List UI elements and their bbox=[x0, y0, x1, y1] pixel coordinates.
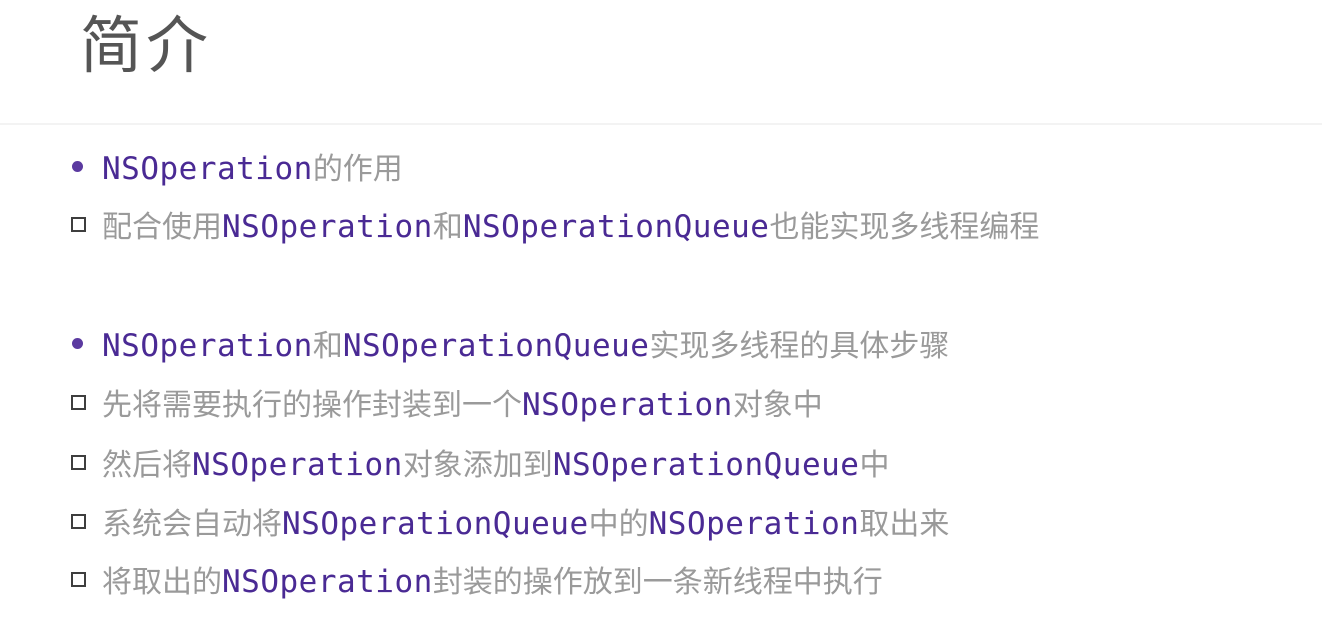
text-segment: 和 bbox=[432, 210, 463, 245]
bullet-marker bbox=[68, 160, 102, 172]
bullet-line-6: 系统会自动将NSOperationQueue中的NSOperation取出来 bbox=[68, 499, 949, 543]
code-term: NSOperation bbox=[102, 328, 313, 364]
text-segment: 中 bbox=[859, 448, 890, 483]
text-segment: 然后将 bbox=[102, 448, 192, 483]
slide: 简介 NSOperation的作用 配合使用NSOperation和NSOper… bbox=[0, 0, 1322, 640]
title-divider bbox=[0, 123, 1322, 125]
square-bullet-icon bbox=[71, 513, 86, 529]
line-content: 配合使用NSOperation和NSOperationQueue也能实现多线程编… bbox=[102, 202, 1039, 246]
bullet-line-5: 然后将NSOperation对象添加到NSOperationQueue中 bbox=[68, 440, 889, 484]
bullet-marker bbox=[68, 454, 102, 470]
text-segment: 对象添加到 bbox=[402, 448, 553, 483]
bullet-marker bbox=[68, 394, 102, 410]
line-content: 然后将NSOperation对象添加到NSOperationQueue中 bbox=[102, 440, 889, 484]
text-segment: 将取出的 bbox=[102, 565, 222, 600]
dot-bullet-icon bbox=[72, 160, 83, 172]
text-segment: 配合使用 bbox=[102, 210, 222, 245]
title-area: 简介 bbox=[0, 0, 1322, 125]
dot-bullet-icon bbox=[72, 337, 83, 349]
bullet-line-3: NSOperation和NSOperationQueue实现多线程的具体步骤 bbox=[68, 321, 949, 365]
text-segment: 中的 bbox=[588, 507, 649, 542]
code-term: NSOperation bbox=[102, 151, 313, 187]
square-bullet-icon bbox=[71, 571, 86, 587]
code-term: NSOperation bbox=[222, 209, 433, 245]
bullet-line-2: 配合使用NSOperation和NSOperationQueue也能实现多线程编… bbox=[68, 202, 1039, 246]
code-term: NSOperationQueue bbox=[282, 506, 589, 542]
bullet-line-4: 先将需要执行的操作封装到一个NSOperation对象中 bbox=[68, 380, 823, 424]
text-segment: 对象中 bbox=[732, 388, 823, 423]
text-segment: 先将需要执行的操作封装到一个 bbox=[102, 388, 522, 423]
code-term: NSOperationQueue bbox=[462, 209, 770, 245]
bullet-marker bbox=[68, 513, 102, 529]
bullet-marker bbox=[68, 337, 102, 349]
line-content: 将取出的NSOperation封装的操作放到一条新线程中执行 bbox=[102, 557, 883, 601]
text-segment: 的作用 bbox=[312, 152, 403, 187]
line-content: NSOperation的作用 bbox=[102, 144, 403, 188]
text-segment: 系统会自动将 bbox=[102, 507, 282, 542]
text-segment: 取出来 bbox=[859, 507, 950, 542]
square-bullet-icon bbox=[71, 454, 86, 470]
square-bullet-icon bbox=[71, 216, 86, 232]
line-content: 先将需要执行的操作封装到一个NSOperation对象中 bbox=[102, 380, 823, 424]
page-title: 简介 bbox=[80, 9, 213, 82]
bullet-line-1: NSOperation的作用 bbox=[68, 144, 403, 188]
bullet-line-7: 将取出的NSOperation封装的操作放到一条新线程中执行 bbox=[68, 557, 883, 601]
code-term: NSOperation bbox=[222, 564, 433, 600]
code-term: NSOperation bbox=[522, 387, 733, 423]
code-term: NSOperationQueue bbox=[342, 328, 650, 364]
line-content: 系统会自动将NSOperationQueue中的NSOperation取出来 bbox=[102, 499, 949, 543]
code-term: NSOperation bbox=[648, 506, 860, 542]
text-segment: 实现多线程的具体步骤 bbox=[649, 329, 950, 364]
code-term: NSOperationQueue bbox=[552, 447, 860, 483]
square-bullet-icon bbox=[71, 394, 86, 410]
text-segment: 封装的操作放到一条新线程中执行 bbox=[432, 565, 883, 600]
line-content: NSOperation和NSOperationQueue实现多线程的具体步骤 bbox=[102, 321, 949, 365]
text-segment: 和 bbox=[312, 329, 343, 364]
code-term: NSOperation bbox=[192, 447, 403, 483]
bullet-marker bbox=[68, 571, 102, 587]
text-segment: 也能实现多线程编程 bbox=[769, 210, 1040, 245]
bullet-marker bbox=[68, 216, 102, 232]
